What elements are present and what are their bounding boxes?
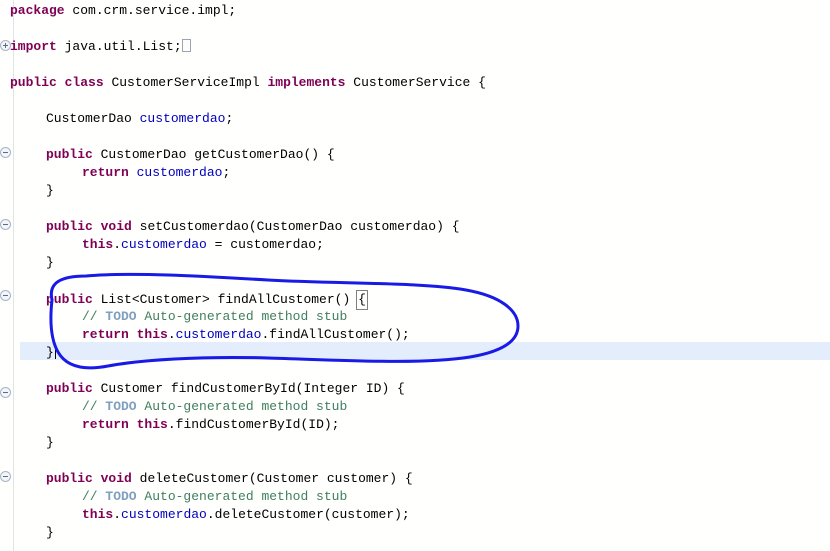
code-line[interactable]: public void deleteCustomer(Customer cust… xyxy=(46,470,413,488)
code-line[interactable]: } xyxy=(46,344,56,362)
token-kw: package xyxy=(10,3,65,18)
code-line[interactable]: } xyxy=(46,254,54,272)
token-plain: Customer findCustomerById(Integer ID) { xyxy=(92,381,405,396)
token-plain: } xyxy=(46,183,54,198)
token-kw: void xyxy=(100,471,132,486)
token-todo: TODO xyxy=(105,399,137,414)
token-kw: return xyxy=(82,417,129,432)
token-plain: java.util.List; xyxy=(56,39,182,54)
token-plain: } xyxy=(46,255,54,270)
matching-brace-highlight: { xyxy=(356,290,368,310)
token-kw: this xyxy=(82,237,114,252)
token-kw: public xyxy=(46,292,93,307)
token-kw: public xyxy=(46,219,93,234)
token-field: customerdao xyxy=(121,507,207,522)
java-code-editor[interactable]: package com.crm.service.impl; import java… xyxy=(0,0,830,551)
code-line[interactable]: // TODO Auto-generated method stub xyxy=(82,308,347,326)
token-plain: } xyxy=(46,435,54,450)
token-kw: public xyxy=(10,75,57,90)
token-todo: TODO xyxy=(105,489,137,504)
token-plain: .deleteCustomer(customer); xyxy=(206,507,410,522)
token-cmt: Auto-generated method stub xyxy=(136,309,348,324)
code-line[interactable]: return this.findCustomerById(ID); xyxy=(82,416,339,434)
token-cmt: Auto-generated method stub xyxy=(136,399,348,414)
token-kw: this xyxy=(82,507,114,522)
token-kw: implements xyxy=(267,75,346,90)
token-kw: this xyxy=(136,327,168,342)
token-field: customerdao xyxy=(175,327,262,342)
token-cmt: Auto-generated method stub xyxy=(136,489,348,504)
code-line[interactable]: } xyxy=(46,434,54,452)
unused-import-box-icon xyxy=(181,39,191,52)
token-plain: com.crm.service.impl; xyxy=(64,3,237,18)
code-line[interactable]: return this.customerdao.findAllCustomer(… xyxy=(82,326,410,344)
token-kw: class xyxy=(64,75,104,90)
token-plain: } xyxy=(46,525,54,540)
code-line[interactable]: CustomerDao customerdao; xyxy=(46,110,233,128)
token-plain: .findCustomerById(ID); xyxy=(167,417,340,432)
token-kw: public xyxy=(46,147,93,162)
token-plain: CustomerDao xyxy=(46,111,140,126)
token-field: customerdao xyxy=(139,111,226,126)
code-line[interactable]: } xyxy=(46,524,54,542)
code-line[interactable]: public List<Customer> findAllCustomer() … xyxy=(46,290,368,310)
token-plain: . xyxy=(167,327,176,342)
code-text-layer[interactable]: package com.crm.service.impl; import java… xyxy=(0,0,830,551)
token-field: customerdao xyxy=(136,165,223,180)
token-kw: public xyxy=(46,471,93,486)
code-line[interactable]: // TODO Auto-generated method stub xyxy=(82,488,347,506)
token-plain: deleteCustomer(Customer customer) { xyxy=(131,471,413,486)
code-line[interactable]: package com.crm.service.impl; xyxy=(10,2,236,20)
token-cmt: // xyxy=(82,489,106,504)
token-todo: TODO xyxy=(105,309,137,324)
code-line[interactable]: public Customer findCustomerById(Integer… xyxy=(46,380,405,398)
code-line[interactable]: import java.util.List; xyxy=(10,38,191,56)
code-line[interactable]: public void setCustomerdao(CustomerDao c… xyxy=(46,218,460,236)
token-kw: return xyxy=(82,327,129,342)
token-kw: return xyxy=(82,165,129,180)
token-plain: CustomerService { xyxy=(345,75,486,90)
code-line[interactable]: public CustomerDao getCustomerDao() { xyxy=(46,146,335,164)
text-caret xyxy=(54,344,56,359)
token-kw: this xyxy=(136,417,168,432)
token-plain: . xyxy=(113,237,122,252)
token-plain: . xyxy=(113,507,122,522)
token-cmt: // xyxy=(82,399,106,414)
code-line[interactable]: this.customerdao.deleteCustomer(customer… xyxy=(82,506,410,524)
token-plain: = customerdao; xyxy=(206,237,324,252)
code-line[interactable]: } xyxy=(46,182,54,200)
token-plain: CustomerDao getCustomerDao() { xyxy=(92,147,335,162)
token-plain: List<Customer> findAllCustomer() xyxy=(92,292,359,307)
token-plain: ; xyxy=(225,111,234,126)
code-line[interactable]: this.customerdao = customerdao; xyxy=(82,236,324,254)
code-line[interactable]: return customerdao; xyxy=(82,164,230,182)
token-kw: void xyxy=(100,219,132,234)
token-plain: setCustomerdao(CustomerDao customerdao) … xyxy=(131,219,460,234)
token-cmt: // xyxy=(82,309,106,324)
token-kw: public xyxy=(46,381,93,396)
token-plain: ; xyxy=(222,165,231,180)
token-plain: } xyxy=(46,345,54,360)
token-plain: .findAllCustomer(); xyxy=(261,327,410,342)
code-line[interactable]: public class CustomerServiceImpl impleme… xyxy=(10,74,486,92)
token-plain: CustomerServiceImpl xyxy=(103,75,268,90)
token-kw: import xyxy=(10,39,57,54)
token-field: customerdao xyxy=(121,237,207,252)
code-line[interactable]: // TODO Auto-generated method stub xyxy=(82,398,347,416)
